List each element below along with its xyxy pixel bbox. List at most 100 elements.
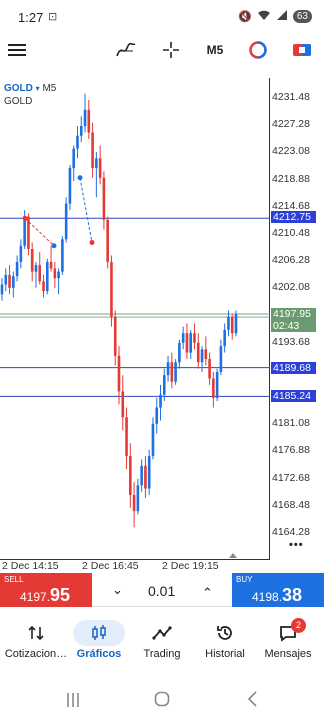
price-axis-label: 4193.68: [272, 335, 310, 348]
price-axis-label: 4214.68: [272, 199, 310, 212]
candle-body: [4, 274, 8, 285]
recent-apps-icon[interactable]: [66, 692, 80, 713]
candle-body: [95, 158, 98, 169]
candle-body: [136, 485, 140, 512]
time-label: 2 Dec 16:45: [82, 560, 139, 572]
candle-body: [159, 394, 162, 408]
timeframe-button[interactable]: M5: [202, 36, 228, 64]
wifi-icon: [257, 9, 271, 24]
buy-label: BUY: [236, 575, 253, 584]
symbol-description: GOLD: [4, 96, 33, 107]
candle-body: [87, 109, 91, 133]
system-navigation: [0, 684, 324, 720]
trade-marker: [89, 240, 95, 246]
sell-button[interactable]: SELL 4197.95: [0, 573, 92, 607]
price-axis-label: 4172.68: [272, 471, 310, 484]
symbol-name[interactable]: GOLD: [4, 83, 33, 94]
chart-canvas[interactable]: [0, 78, 270, 560]
candle-body: [155, 407, 159, 424]
candle-body: [102, 177, 106, 220]
candle-body: [215, 371, 219, 398]
buy-price-pips: 38: [282, 585, 303, 605]
sell-price: 4197.95: [20, 585, 70, 606]
candle-body: [42, 281, 45, 292]
level-tag: 4185.24: [271, 390, 316, 402]
indicators-icon[interactable]: [114, 36, 138, 64]
candle-body: [147, 456, 151, 489]
candle-body: [49, 261, 53, 269]
buy-price: 4198.38: [252, 585, 302, 606]
candle-body: [234, 314, 238, 334]
price-axis-label: 4202.08: [272, 281, 310, 294]
candle-body: [227, 316, 230, 330]
candle-body: [19, 245, 23, 262]
nav-label: Trading: [143, 648, 181, 660]
price-axis-label: 4223.08: [272, 145, 310, 158]
chart-toolbar: M5: [0, 36, 324, 66]
candle-body: [162, 375, 166, 395]
candle-body: [106, 219, 109, 262]
candle-body: [140, 465, 143, 486]
messages-badge: 2: [291, 618, 306, 633]
screenshot-icon: ⊡: [48, 11, 58, 23]
home-icon[interactable]: [154, 691, 170, 712]
increase-lot-icon[interactable]: ⌃: [202, 585, 213, 601]
nav-label: Cotizacion…: [4, 648, 68, 660]
nav-messages[interactable]: 2 Mensajes: [256, 618, 320, 672]
trading-icon: [130, 618, 194, 648]
more-options-icon[interactable]: •••: [289, 539, 304, 551]
back-icon[interactable]: [246, 691, 258, 712]
nav-label: Mensajes: [264, 648, 312, 660]
symbol-timeframe: M5: [42, 83, 57, 94]
candle-body: [189, 333, 193, 353]
decrease-lot-icon[interactable]: ⌄: [112, 582, 123, 598]
sell-label: SELL: [4, 575, 24, 584]
trade-marker: [51, 243, 57, 249]
dropdown-arrow-icon[interactable]: ▾: [36, 84, 40, 93]
trade-panel: SELL 4197.95 ⌄ 0.01 ⌃ BUY 4198.38: [0, 573, 324, 607]
buy-button[interactable]: BUY 4198.38: [232, 573, 324, 607]
candle-body: [174, 362, 177, 382]
nav-label: Historial: [205, 648, 245, 660]
lot-value[interactable]: 0.01: [148, 583, 175, 599]
candle-body: [110, 261, 113, 317]
candle-body: [212, 378, 215, 398]
menu-icon[interactable]: [6, 36, 28, 64]
candle-body: [144, 465, 147, 489]
nav-charts[interactable]: Gráficos: [67, 618, 131, 672]
nav-label: Gráficos: [76, 648, 122, 660]
status-bar: 1:27 ⊡ 🔇 63: [0, 0, 324, 36]
nav-history[interactable]: Historial: [193, 618, 257, 672]
price-axis-label: 4181.08: [272, 417, 310, 430]
candle-body: [230, 316, 234, 334]
candle-body: [219, 346, 223, 372]
sell-price-pips: 95: [50, 585, 71, 605]
candle-body: [132, 494, 136, 512]
price-axis-label: 4218.88: [272, 172, 310, 185]
lot-selector: ⌄ 0.01 ⌃: [92, 573, 232, 607]
candle-body: [196, 342, 200, 363]
candle-body: [12, 276, 15, 288]
trade-marker: [77, 175, 83, 181]
candlestick-chart[interactable]: [0, 78, 270, 560]
nav-trading[interactable]: Trading: [130, 618, 194, 672]
shift-marker-icon[interactable]: [229, 553, 237, 558]
candle-body: [30, 248, 34, 272]
candle-body: [72, 148, 76, 169]
battery-indicator: 63: [292, 10, 312, 23]
price-axis-label: 4164.28: [272, 526, 310, 538]
candle-body: [23, 216, 26, 246]
price-axis-label: 4231.48: [272, 91, 310, 103]
current-price-tag: 4197.95 02:43: [271, 308, 316, 332]
time-label: 2 Dec 14:15: [2, 560, 59, 572]
level-tag: 4189.68: [271, 362, 316, 374]
crosshair-icon[interactable]: [159, 36, 183, 64]
nav-quotes[interactable]: Cotizacion…: [4, 618, 68, 672]
candle-body: [91, 132, 94, 169]
candle-body: [68, 168, 72, 204]
trade-marker: [22, 215, 28, 221]
candle-body: [45, 261, 49, 292]
new-order-icon[interactable]: [290, 36, 314, 64]
bottom-navigation: Cotizacion… Gráficos Trading Historial 2…: [0, 618, 324, 672]
one-click-trading-icon[interactable]: [246, 36, 270, 64]
